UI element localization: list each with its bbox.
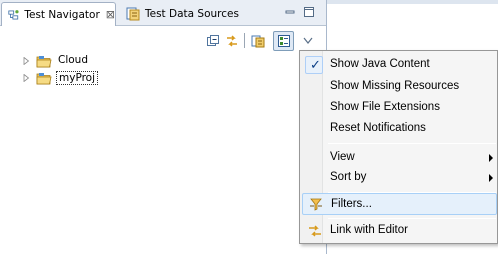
checkmark-icon: ✓ [310,58,321,73]
menu-item-label: Filters... [331,198,372,210]
menu-separator [328,218,496,219]
menu-item-label: Sort by [330,171,367,183]
test-navigator-view: Test Navigator ⊠ Test Data Sources Cloud… [0,0,326,254]
submenu-arrow-icon [489,174,493,182]
checkmark-box: ✓ [305,56,323,74]
filter-view-button[interactable] [273,31,294,51]
folder-icon [36,55,52,67]
menu-item-filters[interactable]: Filters... [302,193,497,215]
tree-item-cloud[interactable]: Cloud [22,53,98,69]
toolbar-separator [244,33,245,48]
menu-separator [328,143,496,144]
menu-item-sort-by[interactable]: Sort by [302,167,497,189]
maximize-icon[interactable] [303,6,315,18]
expand-triangle-icon[interactable] [22,57,30,65]
menu-item-label: Reset Notifications [330,122,426,134]
tree-item-label: myProj [56,71,99,85]
menu-item-label: Show Missing Resources [330,80,460,92]
tab-label: Test Navigator [24,8,100,21]
menu-item-show-missing-resources[interactable]: Show Missing Resources [302,76,497,98]
link-with-editor-icon [309,225,321,237]
filter-view-icon [278,35,290,47]
view-menu: ✓ Show Java Content Show Missing Resourc… [299,50,498,244]
project-tree: Cloud myProj [22,53,99,87]
menu-item-label: Link with Editor [330,224,408,236]
expand-triangle-icon[interactable] [22,74,30,82]
editor-top-bar [327,0,498,4]
minimize-icon[interactable] [284,6,296,18]
menu-item-show-java-content[interactable]: ✓ Show Java Content [302,54,497,76]
menu-item-view[interactable]: View [302,147,497,169]
filters-icon [310,198,322,211]
menu-item-show-file-extensions[interactable]: Show File Extensions [302,97,497,119]
view-tab-bar: Test Navigator ⊠ Test Data Sources [0,0,326,26]
view-menu-chevron-icon[interactable] [303,37,313,45]
close-icon[interactable]: ⊠ [106,8,115,21]
menu-item-label: Show Java Content [330,58,430,70]
link-with-editor-icon[interactable] [224,33,240,49]
submenu-arrow-icon [489,154,493,162]
tab-label: Test Data Sources [145,8,239,20]
tree-item-label: Cloud [58,54,88,66]
menu-item-label: View [330,151,355,163]
folder-icon [36,72,52,84]
data-sources-icon [126,7,140,21]
tree-item-myproj[interactable]: myProj [22,70,99,86]
view-toolbar [205,33,269,49]
menu-item-link-with-editor[interactable]: Link with Editor [302,220,497,242]
new-project-icon[interactable] [250,33,266,49]
menu-item-label: Show File Extensions [330,101,440,113]
tab-test-navigator[interactable]: Test Navigator ⊠ [1,2,116,26]
test-navigator-icon [8,9,19,19]
collapse-all-icon[interactable] [205,33,221,49]
tab-test-data-sources[interactable]: Test Data Sources [119,3,239,25]
menu-item-reset-notifications[interactable]: Reset Notifications [302,118,497,140]
